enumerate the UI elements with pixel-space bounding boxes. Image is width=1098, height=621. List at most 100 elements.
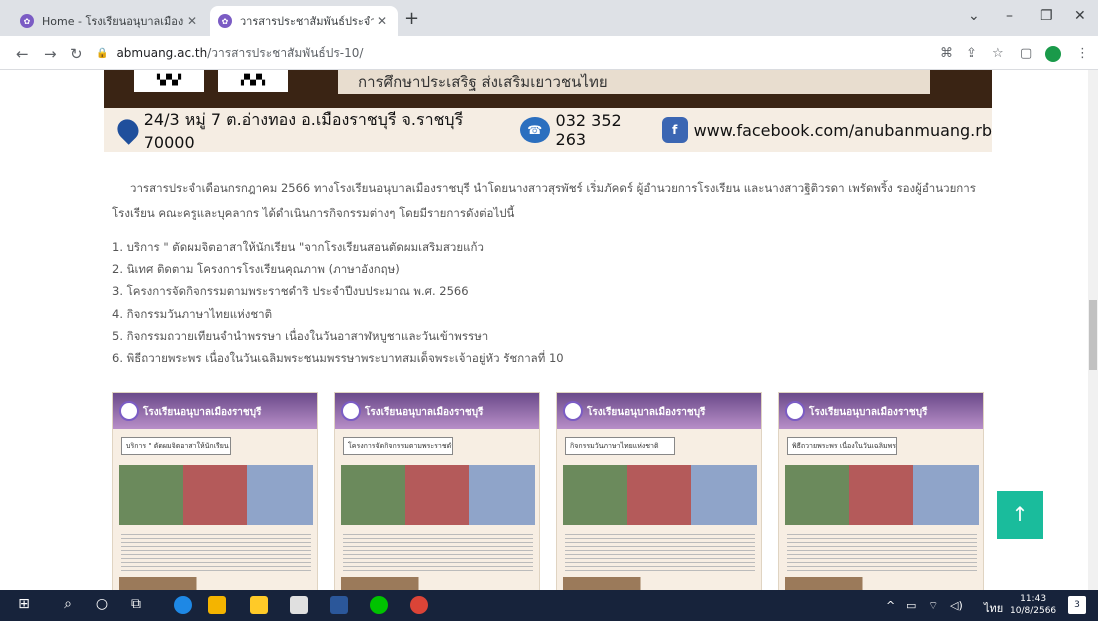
- poster-image[interactable]: โรงเรียนอนุบาลเมืองราชบุรี บริการ " ตัดผ…: [112, 392, 318, 590]
- clock-time: 11:43: [1020, 594, 1047, 604]
- poster-text: [343, 531, 533, 571]
- school-logo-icon: [341, 401, 361, 421]
- poster-image[interactable]: โรงเรียนอนุบาลเมืองราชบุรี พิธีถวายพระพร…: [778, 392, 984, 590]
- school-phone: 032 352 263: [555, 111, 622, 149]
- qr-code-image: ▞▚▞▚: [218, 70, 288, 92]
- windows-start-icon[interactable]: ⊞: [14, 596, 34, 612]
- file-explorer-icon[interactable]: [250, 596, 268, 614]
- new-tab-button[interactable]: +: [404, 8, 419, 29]
- store-icon[interactable]: [208, 596, 226, 614]
- poster-footer: [563, 577, 757, 590]
- poster-caption: พิธีถวายพระพร เนื่องในวันเฉลิมพระชนมพรรษ…: [787, 437, 897, 455]
- forward-arrow-icon[interactable]: →: [44, 45, 57, 63]
- poster-school-name: โรงเรียนอนุบาลเมืองราชบุรี: [365, 407, 484, 418]
- list-item: 4. กิจกรรมวันภาษาไทยแห่งชาติ: [112, 306, 273, 321]
- poster-school-name: โรงเรียนอนุบาลเมืองราชบุรี: [587, 407, 706, 418]
- notification-center-icon[interactable]: 3: [1068, 596, 1086, 614]
- poster-header: โรงเรียนอนุบาลเมืองราชบุรี: [113, 393, 317, 429]
- poster-caption: กิจกรรมวันภาษาไทยแห่งชาติ: [565, 437, 675, 455]
- banner-top: ▚▞▚▞ ▞▚▞▚ การศึกษาประเสริฐ ส่งเสริมเยาวช…: [104, 70, 992, 108]
- scrollbar-thumb[interactable]: [1089, 300, 1097, 370]
- windows-taskbar: ⊞ ⌕ ○ ⧉ ^ ▭ ⌔ ◁) ไทย 11:43 10/8/2566 3: [0, 590, 1098, 621]
- reload-icon[interactable]: ↻: [70, 45, 83, 63]
- menu-kebab-icon[interactable]: ⋮: [1076, 46, 1089, 61]
- poster-photos: [119, 465, 313, 525]
- back-to-top-button[interactable]: ↑: [997, 491, 1043, 539]
- sidepanel-icon[interactable]: ▢: [1020, 46, 1032, 61]
- mail-icon[interactable]: [290, 596, 308, 614]
- tray-chevron-icon[interactable]: ^: [886, 599, 895, 612]
- list-item: 5. กิจกรรมถวายเทียนจำนำพรรษา เนื่องในวัน…: [112, 328, 489, 343]
- url-bar[interactable]: 🔒 abmuang.ac.th /วารสารประชาสัมพันธ์ปร-1…: [96, 42, 926, 64]
- minimize-icon[interactable]: –: [1006, 8, 1013, 24]
- profile-avatar[interactable]: [1045, 46, 1061, 62]
- poster-photos: [341, 465, 535, 525]
- school-logo-icon: [785, 401, 805, 421]
- taskbar-clock[interactable]: 11:43 10/8/2566: [1010, 593, 1056, 617]
- task-view-icon[interactable]: ⧉: [126, 596, 146, 612]
- poster-header: โรงเรียนอนุบาลเมืองราชบุรี: [779, 393, 983, 429]
- list-item: 3. โครงการจัดกิจกรรมตามพระราชดำริ ประจำป…: [112, 284, 469, 299]
- network-icon[interactable]: ⌔: [928, 599, 938, 613]
- tab-journal[interactable]: ✿ วารสารประชาสัมพันธ์ประจำเดือนกรกฎ ✕: [210, 6, 398, 36]
- url-host: abmuang.ac.th: [116, 46, 208, 60]
- chrome-icon[interactable]: [410, 596, 428, 614]
- word-icon[interactable]: [330, 596, 348, 614]
- poster-school-name: โรงเรียนอนุบาลเมืองราชบุรี: [809, 407, 928, 418]
- list-item: 2. นิเทศ ติดตาม โครงการโรงเรียนคุณภาพ (ภ…: [112, 262, 400, 277]
- battery-icon[interactable]: ▭: [906, 599, 916, 612]
- school-address: 24/3 หมู่ 7 ต.อ่างทอง อ.เมืองราชบุรี จ.ร…: [143, 110, 464, 152]
- list-item: 6. พิธีถวายพระพร เนื่องในวันเฉลิมพระชนมพ…: [112, 350, 564, 365]
- volume-icon[interactable]: ◁): [950, 599, 963, 612]
- tab-home[interactable]: ✿ Home - โรงเรียนอนุบาลเมืองราชบุรี ✕: [12, 6, 208, 36]
- line-app-icon[interactable]: [370, 596, 388, 614]
- search-icon[interactable]: ⌕: [58, 596, 78, 612]
- restore-icon[interactable]: ❐: [1040, 8, 1053, 24]
- school-logo-icon: [119, 401, 139, 421]
- poster-footer: [341, 577, 535, 590]
- poster-footer: [119, 577, 313, 590]
- telephone-icon: ☎: [519, 117, 550, 143]
- poster-caption: โครงการจัดกิจกรรมตามพระราชดำริ: [343, 437, 453, 455]
- poster-text: [121, 531, 311, 571]
- poster-image[interactable]: โรงเรียนอนุบาลเมืองราชบุรี โครงการจัดกิจ…: [334, 392, 540, 590]
- lock-icon: 🔒: [96, 47, 109, 59]
- facebook-icon: f: [661, 117, 688, 143]
- school-favicon-icon: ✿: [218, 14, 232, 28]
- list-item: 1. บริการ " ตัดผมจิตอาสาให้นักเรียน "จาก…: [112, 240, 484, 254]
- tab-title: Home - โรงเรียนอนุบาลเมืองราชบุรี: [42, 15, 184, 28]
- close-window-icon[interactable]: ✕: [1074, 8, 1086, 24]
- location-pin-icon: [113, 115, 143, 145]
- edge-browser-icon[interactable]: [174, 596, 192, 614]
- bookmark-star-icon[interactable]: ☆: [992, 46, 1004, 61]
- poster-photos: [785, 465, 979, 525]
- school-logo-icon: [563, 401, 583, 421]
- article-intro: วารสารประจำเดือนกรกฎาคม 2566 ทางโรงเรียน…: [112, 181, 976, 220]
- page-viewport: ▚▞▚▞ ▞▚▞▚ การศึกษาประเสริฐ ส่งเสริมเยาวช…: [0, 70, 1088, 590]
- tab-search-chevron-icon[interactable]: ⌄: [968, 8, 980, 24]
- activity-list: 1. บริการ " ตัดผมจิตอาสาให้นักเรียน "จาก…: [112, 236, 564, 369]
- poster-school-name: โรงเรียนอนุบาลเมืองราชบุรี: [143, 407, 262, 418]
- language-indicator[interactable]: ไทย: [984, 599, 1003, 617]
- school-favicon-icon: ✿: [20, 14, 34, 28]
- school-banner: ▚▞▚▞ ▞▚▞▚ การศึกษาประเสริฐ ส่งเสริมเยาวช…: [104, 70, 992, 152]
- contact-strip: 24/3 หมู่ 7 ต.อ่างทอง อ.เมืองราชบุรี จ.ร…: [104, 108, 992, 152]
- tab-title: วารสารประชาสัมพันธ์ประจำเดือนกรกฎ: [240, 15, 374, 28]
- back-arrow-icon[interactable]: ←: [16, 45, 29, 63]
- address-toolbar: ← → ↻ 🔒 abmuang.ac.th /วารสารประชาสัมพัน…: [0, 36, 1098, 70]
- poster-header: โรงเรียนอนุบาลเมืองราชบุรี: [335, 393, 539, 429]
- share-icon[interactable]: ⇪: [966, 46, 977, 61]
- qr-code-image: ▚▞▚▞: [134, 70, 204, 92]
- banner-slogan: การศึกษาประเสริฐ ส่งเสริมเยาวชนไทย: [338, 70, 930, 94]
- close-tab-icon[interactable]: ✕: [184, 14, 200, 28]
- facebook-url: www.facebook.com/anubanmuang.rb: [693, 120, 992, 140]
- poster-photos: [563, 465, 757, 525]
- poster-footer: [785, 577, 979, 590]
- cortana-icon[interactable]: ○: [92, 596, 112, 612]
- translate-icon[interactable]: ⌘: [940, 46, 953, 61]
- browser-tab-strip: ✿ Home - โรงเรียนอนุบาลเมืองราชบุรี ✕ ✿ …: [0, 0, 1098, 36]
- url-path: /วารสารประชาสัมพันธ์ปร-10/: [207, 45, 364, 60]
- poster-text: [787, 531, 977, 571]
- poster-image[interactable]: โรงเรียนอนุบาลเมืองราชบุรี กิจกรรมวันภาษ…: [556, 392, 762, 590]
- close-tab-icon[interactable]: ✕: [374, 14, 390, 28]
